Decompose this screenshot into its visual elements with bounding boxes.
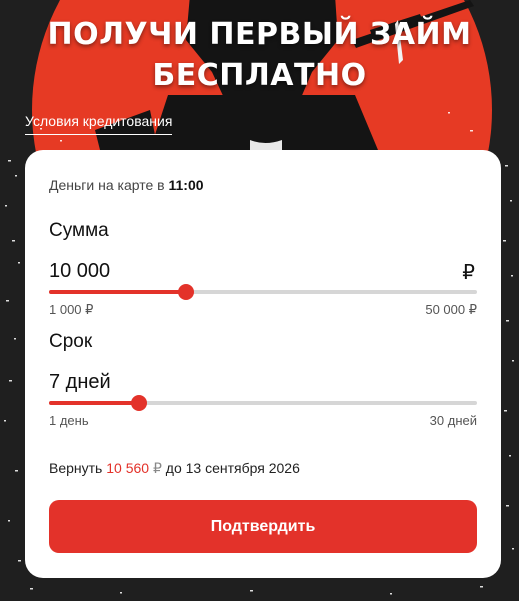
amount-label: Сумма (49, 220, 109, 241)
loan-calculator-card: Деньги на карте в 11:00 Сумма 10 000 ₽ 1… (25, 150, 501, 578)
term-slider-fill (49, 401, 139, 405)
amount-max: 50 000 ₽ (425, 302, 477, 317)
credit-terms-link[interactable]: Условия кредитования (25, 113, 173, 135)
repay-date: до 13 сентября 2026 (165, 460, 300, 476)
amount-slider-thumb[interactable] (177, 284, 194, 300)
amount-min: 1 000 ₽ (49, 302, 94, 317)
term-label: Срок (49, 331, 93, 352)
term-slider[interactable] (49, 395, 477, 411)
term-value[interactable]: 7 дней (49, 371, 111, 394)
promo-headline: ПОЛУЧИ ПЕРВЫЙ ЗАЙМ БЕСПЛАТНО (0, 14, 519, 96)
repay-prefix: Вернуть (49, 460, 103, 476)
confirm-button[interactable]: Подтвердить (49, 500, 477, 553)
delivery-info: Деньги на карте в 11:00 (49, 177, 204, 193)
amount-currency: ₽ (462, 262, 475, 284)
headline-line-2: БЕСПЛАТНО (152, 58, 367, 93)
repay-currency: ₽ (152, 460, 162, 476)
term-slider-thumb[interactable] (130, 395, 147, 411)
term-min: 1 день (49, 413, 89, 428)
repay-info: Вернуть 10 560 ₽ до 13 сентября 2026 (49, 460, 300, 477)
amount-slider-fill (49, 290, 186, 294)
amount-slider[interactable] (49, 284, 477, 300)
amount-value[interactable]: 10 000 (49, 260, 110, 283)
headline-line-1: ПОЛУЧИ ПЕРВЫЙ ЗАЙМ (47, 17, 472, 52)
repay-amount: 10 560 (106, 460, 150, 476)
delivery-prefix: Деньги на карте в (49, 177, 165, 193)
term-max: 30 дней (429, 413, 477, 428)
delivery-time: 11:00 (168, 177, 204, 193)
